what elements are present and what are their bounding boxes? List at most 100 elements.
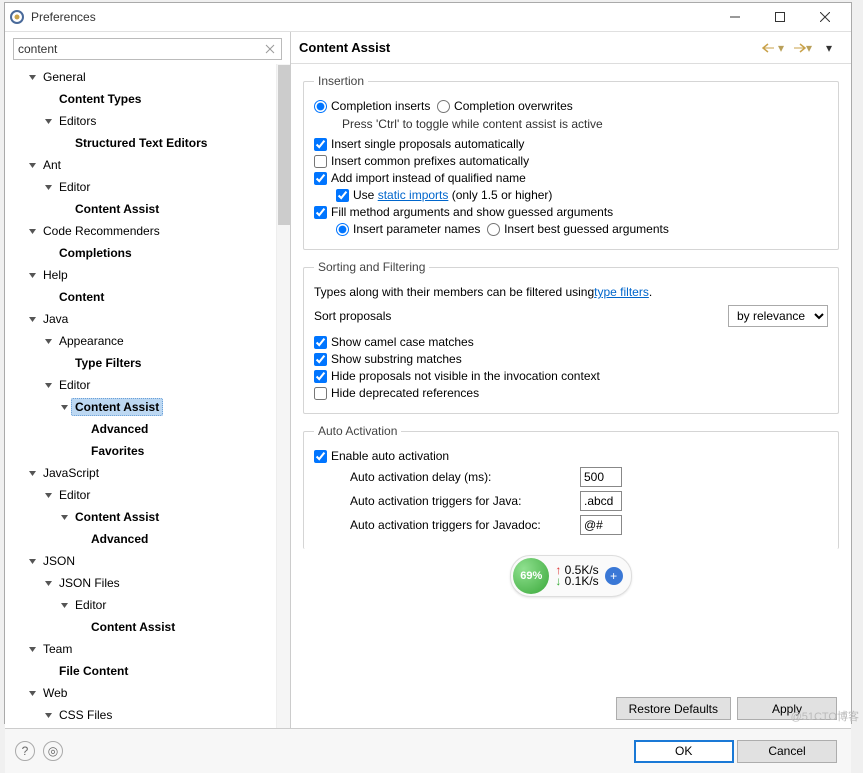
tree-item[interactable]: Java — [9, 308, 274, 330]
insert-best-guessed-radio[interactable] — [487, 223, 500, 236]
tree-item[interactable]: Editor — [9, 484, 274, 506]
tree-item[interactable]: Appearance — [9, 330, 274, 352]
tree-item[interactable]: Advanced — [9, 418, 274, 440]
tree-item[interactable]: JSON — [9, 550, 274, 572]
settings-pane: Content Assist ▾ ▾ ▾ Insertion Completio… — [291, 32, 851, 728]
tree-item[interactable]: Favorites — [9, 440, 274, 462]
chevron-down-icon[interactable] — [25, 642, 39, 656]
chevron-down-icon[interactable] — [25, 554, 39, 568]
tree-item[interactable]: Content Assist — [9, 396, 274, 418]
restore-defaults-button[interactable]: Restore Defaults — [616, 697, 731, 720]
chevron-down-icon[interactable] — [41, 488, 55, 502]
insertion-group: Insertion Completion inserts Completion … — [303, 74, 839, 250]
chevron-down-icon[interactable] — [25, 70, 39, 84]
chevron-down-icon[interactable] — [25, 312, 39, 326]
tree-item[interactable]: Web — [9, 682, 274, 704]
nav-back-icon[interactable]: ▾ — [759, 39, 787, 57]
camel-checkbox[interactable] — [314, 336, 327, 349]
insertion-legend: Insertion — [314, 74, 368, 88]
auto-javadoc-input[interactable] — [580, 515, 622, 535]
insert-param-names-radio[interactable] — [336, 223, 349, 236]
chevron-down-icon[interactable] — [25, 466, 39, 480]
add-import-checkbox[interactable] — [314, 172, 327, 185]
tree-item[interactable]: Advanced — [9, 528, 274, 550]
auto-delay-input[interactable] — [580, 467, 622, 487]
tree-item[interactable]: Editor — [9, 176, 274, 198]
minimize-button[interactable] — [712, 3, 757, 31]
chevron-down-icon[interactable] — [57, 400, 71, 414]
help-icon[interactable]: ? — [15, 741, 35, 761]
tree-label: Content Assist — [71, 200, 163, 218]
import-export-icon[interactable]: ◎ — [43, 741, 63, 761]
auto-java-input[interactable] — [580, 491, 622, 511]
chevron-down-icon[interactable] — [41, 378, 55, 392]
chevron-down-icon[interactable] — [41, 114, 55, 128]
tree-item[interactable]: Structured Text Editors — [9, 132, 274, 154]
speed-plus-icon[interactable]: + — [605, 567, 623, 585]
single-proposals-checkbox[interactable] — [314, 138, 327, 151]
tree-item[interactable]: Editors — [9, 110, 274, 132]
tree-label: JSON — [39, 552, 79, 570]
common-prefixes-checkbox[interactable] — [314, 155, 327, 168]
chevron-down-icon[interactable] — [57, 598, 71, 612]
cancel-button[interactable]: Cancel — [737, 740, 837, 763]
ok-button[interactable]: OK — [634, 740, 734, 763]
chevron-down-icon[interactable] — [25, 686, 39, 700]
tree-item[interactable]: Editor — [9, 594, 274, 616]
tree-label: Content — [55, 288, 108, 306]
speed-percent: 69% — [513, 558, 549, 594]
tree-item[interactable]: Help — [9, 264, 274, 286]
tree-item[interactable]: JavaScript — [9, 462, 274, 484]
auto-activation-group: Auto Activation Enable auto activation A… — [303, 424, 839, 549]
sort-select[interactable]: by relevance — [728, 305, 828, 327]
nav-menu-icon[interactable]: ▾ — [815, 39, 843, 57]
nav-forward-icon[interactable]: ▾ — [787, 39, 815, 57]
chevron-down-icon[interactable] — [41, 334, 55, 348]
tree-item[interactable]: JSON Files — [9, 572, 274, 594]
chevron-down-icon[interactable] — [25, 158, 39, 172]
sort-label: Sort proposals — [314, 309, 728, 323]
chevron-down-icon[interactable] — [41, 576, 55, 590]
enable-auto-checkbox[interactable] — [314, 450, 327, 463]
fill-args-checkbox[interactable] — [314, 206, 327, 219]
tree-label: Favorites — [87, 442, 148, 460]
tree-item[interactable]: File Content — [9, 660, 274, 682]
tree-label: Advanced — [87, 530, 152, 548]
tree-item[interactable]: Content Assist — [9, 506, 274, 528]
static-imports-checkbox[interactable] — [336, 189, 349, 202]
tree-item[interactable]: Ant — [9, 154, 274, 176]
hide-not-visible-checkbox[interactable] — [314, 370, 327, 383]
substring-checkbox[interactable] — [314, 353, 327, 366]
tree-item[interactable]: Code Recommenders — [9, 220, 274, 242]
tree-scrollbar[interactable] — [276, 64, 290, 728]
completion-inserts-radio[interactable] — [314, 100, 327, 113]
tree-item[interactable]: Completions — [9, 242, 274, 264]
preferences-tree[interactable]: General Content Types EditorsStructured Te… — [5, 64, 276, 728]
chevron-down-icon[interactable] — [25, 224, 39, 238]
chevron-down-icon[interactable] — [57, 510, 71, 524]
completion-overwrites-radio[interactable] — [437, 100, 450, 113]
static-imports-link[interactable]: static imports — [378, 188, 449, 202]
clear-filter-icon[interactable] — [263, 42, 277, 56]
type-filters-link[interactable]: type filters — [594, 285, 649, 299]
filter-input[interactable] — [18, 42, 263, 56]
tree-label: Content Types — [55, 90, 145, 108]
tree-item[interactable]: Content Types — [9, 88, 274, 110]
maximize-button[interactable] — [757, 3, 802, 31]
speed-widget: 69% 0.5K/s 0.1K/s + — [303, 555, 839, 597]
tree-item[interactable]: CSS Files — [9, 704, 274, 726]
chevron-down-icon[interactable] — [41, 180, 55, 194]
tree-item[interactable]: General — [9, 66, 274, 88]
tree-label: Appearance — [55, 332, 128, 350]
tree-item[interactable]: Content — [9, 286, 274, 308]
tree-item[interactable]: Content Assist — [9, 198, 274, 220]
chevron-down-icon[interactable] — [41, 708, 55, 722]
tree-item[interactable]: Team — [9, 638, 274, 660]
close-button[interactable] — [802, 3, 847, 31]
tree-item[interactable]: Content Assist — [9, 616, 274, 638]
tree-item[interactable]: Type Filters — [9, 352, 274, 374]
tree-item[interactable]: Editor — [9, 374, 274, 396]
chevron-down-icon[interactable] — [25, 268, 39, 282]
tree-label: Editor — [71, 596, 110, 614]
hide-deprecated-checkbox[interactable] — [314, 387, 327, 400]
